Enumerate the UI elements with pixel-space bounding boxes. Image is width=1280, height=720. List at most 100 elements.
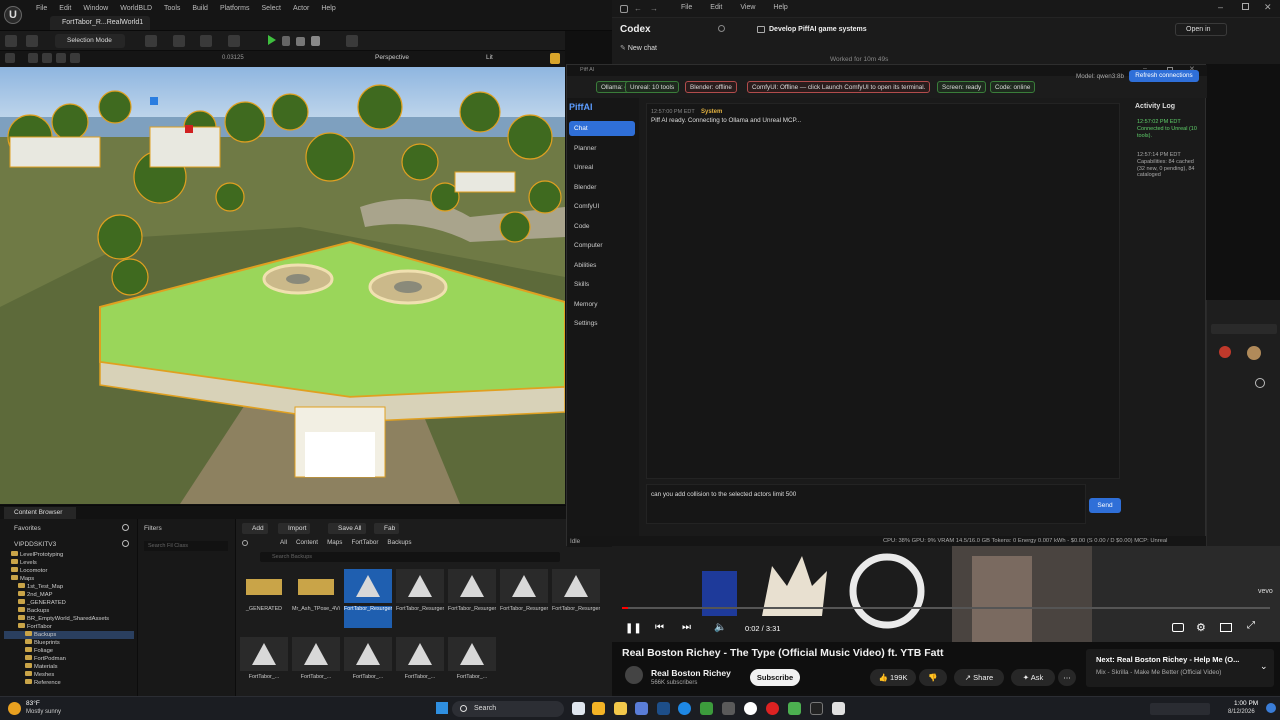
launch-icon[interactable] bbox=[311, 36, 320, 46]
folder-asset[interactable]: Mr_Ash_TPose_4View_2K_Skin_Tokens_AutoRi… bbox=[292, 569, 340, 629]
back-icon[interactable]: ← bbox=[634, 4, 642, 13]
nav-blender[interactable]: Blender bbox=[569, 180, 635, 195]
add-actor-icon[interactable] bbox=[145, 35, 157, 47]
save-icon[interactable] bbox=[5, 35, 17, 47]
unreal-taskbar-icon[interactable] bbox=[744, 702, 757, 715]
nav-unreal[interactable]: Unreal bbox=[569, 160, 635, 175]
tree-folder[interactable]: Reference bbox=[4, 679, 134, 687]
build-icon[interactable] bbox=[228, 35, 240, 47]
settings-icon[interactable]: ⚙ bbox=[1196, 621, 1206, 634]
notification-icon[interactable] bbox=[1219, 346, 1231, 358]
tree-folder[interactable]: Blueprints bbox=[4, 639, 134, 647]
forward-icon[interactable]: → bbox=[650, 4, 658, 13]
level-asset[interactable]: FortTabor_Resurgence_RealWorld_Pre... bbox=[552, 569, 600, 629]
selection-mode-dropdown[interactable]: Selection Mode bbox=[55, 34, 125, 48]
blueprint-icon[interactable] bbox=[173, 35, 185, 47]
grid-snap-readout[interactable]: 0.03125 bbox=[222, 55, 244, 61]
nav-comfyui[interactable]: ComfyUI bbox=[569, 199, 635, 214]
level-asset[interactable]: FortTabor_Resurgence_RealWorld_... bbox=[448, 569, 496, 629]
tree-folder[interactable]: 1st_Test_Map bbox=[4, 583, 134, 591]
menu-item-file[interactable]: File bbox=[30, 2, 53, 15]
folder-asset[interactable]: _GENERATED bbox=[240, 569, 288, 629]
menu-item-edit[interactable]: Edit bbox=[701, 4, 731, 11]
minimize-icon[interactable]: – bbox=[1218, 2, 1223, 12]
file-explorer-icon[interactable] bbox=[614, 702, 627, 715]
avatar[interactable] bbox=[1247, 346, 1261, 360]
obs-icon[interactable] bbox=[722, 702, 735, 715]
clock-time[interactable]: 1:00 PM bbox=[1234, 700, 1258, 707]
menu-item-select[interactable]: Select bbox=[256, 2, 287, 15]
task-view-icon[interactable] bbox=[572, 702, 585, 715]
save-all-button[interactable]: Save All bbox=[328, 523, 366, 534]
breadcrumb-item[interactable]: Maps bbox=[327, 539, 351, 546]
weather-icon[interactable] bbox=[8, 702, 21, 715]
nav-computer[interactable]: Computer bbox=[569, 238, 635, 253]
tree-folder[interactable]: Foliage bbox=[4, 647, 134, 655]
menu-item-worldbld[interactable]: WorldBLD bbox=[114, 2, 158, 15]
channel-name[interactable]: Real Boston Richey bbox=[651, 668, 731, 678]
tree-folder[interactable]: _GENERATED bbox=[4, 599, 134, 607]
tree-folder[interactable]: Backups bbox=[4, 631, 134, 639]
nav-code[interactable]: Code bbox=[569, 219, 635, 234]
tree-folder[interactable]: 2nd_MAP bbox=[4, 591, 134, 599]
menu-item-tools[interactable]: Tools bbox=[158, 2, 186, 15]
camera-speed-icon[interactable] bbox=[550, 53, 560, 64]
nav-abilities[interactable]: Abilities bbox=[569, 258, 635, 273]
weather-desc[interactable]: Mostly sunny bbox=[26, 709, 61, 715]
import-button[interactable]: Import bbox=[278, 523, 311, 534]
breadcrumb-item[interactable]: All bbox=[280, 539, 296, 546]
taskbar-search[interactable]: Search bbox=[452, 701, 564, 717]
chevron-down-icon[interactable]: ⌄ bbox=[1260, 661, 1268, 672]
lit-mode-dropdown[interactable]: Lit bbox=[486, 54, 493, 61]
status-pill[interactable]: ComfyUI: Offline — click Launch ComfyUI … bbox=[747, 81, 931, 93]
level-asset[interactable]: FortTabor_... bbox=[396, 637, 444, 697]
select-tool-icon[interactable] bbox=[28, 53, 38, 63]
rotate-tool-icon[interactable] bbox=[56, 53, 66, 63]
content-icon[interactable] bbox=[26, 35, 38, 47]
unreal-logo-icon[interactable]: U bbox=[4, 6, 22, 24]
background-tab-strip[interactable] bbox=[1211, 324, 1277, 334]
level-asset[interactable]: FortTabor_Resurgence_RealWorld1 bbox=[344, 569, 392, 629]
cinematics-icon[interactable] bbox=[200, 35, 212, 47]
codex-taskbar-icon[interactable] bbox=[832, 702, 845, 715]
nav-memory[interactable]: Memory bbox=[569, 297, 635, 312]
model-label[interactable]: Model: qwen3:8b bbox=[1076, 73, 1124, 80]
play-icon[interactable] bbox=[268, 35, 276, 45]
level-asset[interactable]: FortTabor_... bbox=[448, 637, 496, 697]
level-asset[interactable]: FortTabor_Resurgence_RealWorld_DSM... bbox=[500, 569, 548, 629]
codex-app-title[interactable]: Codex bbox=[620, 24, 651, 35]
level-asset[interactable]: FortTabor_... bbox=[292, 637, 340, 697]
menu-item-file[interactable]: File bbox=[672, 4, 701, 11]
send-button[interactable]: Send bbox=[1089, 498, 1121, 513]
project-root[interactable]: VIPDDSKITV3 bbox=[14, 541, 56, 548]
clock-date[interactable]: 8/12/2026 bbox=[1228, 709, 1255, 715]
tree-folder[interactable]: FortTabor bbox=[4, 623, 134, 631]
chat-input[interactable]: can you add collision to the selected ac… bbox=[646, 484, 1086, 524]
tree-folder[interactable]: Maps bbox=[4, 575, 134, 583]
content-browser-tab[interactable]: Content Browser bbox=[4, 507, 76, 519]
perspective-dropdown[interactable]: Perspective bbox=[375, 54, 409, 61]
app-icon[interactable] bbox=[788, 702, 801, 715]
pause-icon[interactable]: ❚❚ bbox=[625, 623, 642, 634]
system-tray[interactable] bbox=[1150, 703, 1210, 715]
search-icon[interactable] bbox=[122, 524, 129, 531]
more-button[interactable]: ⋯ bbox=[1058, 669, 1076, 686]
menu-item-platforms[interactable]: Platforms bbox=[214, 2, 256, 15]
status-pill[interactable]: Unreal: 10 tools bbox=[625, 81, 680, 93]
level-asset[interactable]: FortTabor_Resurgence_RealWorld1_P... bbox=[396, 569, 444, 629]
breadcrumb-item[interactable]: FortTabor bbox=[351, 539, 387, 546]
nav-chat[interactable]: Chat bbox=[569, 121, 635, 136]
share-button[interactable]: ↗ Share bbox=[954, 669, 1004, 686]
weather-temp[interactable]: 83°F bbox=[26, 700, 40, 707]
tree-folder[interactable]: LevelPrototyping bbox=[4, 551, 134, 559]
nav-settings[interactable]: Settings bbox=[569, 316, 635, 331]
nav-planner[interactable]: Planner bbox=[569, 141, 635, 156]
level-tab[interactable]: FortTabor_R...RealWorld1 bbox=[50, 16, 150, 30]
move-tool-icon[interactable] bbox=[42, 53, 52, 63]
like-button[interactable]: 👍 199K bbox=[870, 669, 916, 686]
open-in-button[interactable]: Open in bbox=[1175, 23, 1227, 36]
menu-item-help[interactable]: Help bbox=[315, 2, 341, 15]
step-icon[interactable] bbox=[282, 36, 290, 46]
refresh-connections-button[interactable]: Refresh connections bbox=[1129, 70, 1199, 82]
sidebar-toggle-icon[interactable] bbox=[620, 5, 628, 13]
